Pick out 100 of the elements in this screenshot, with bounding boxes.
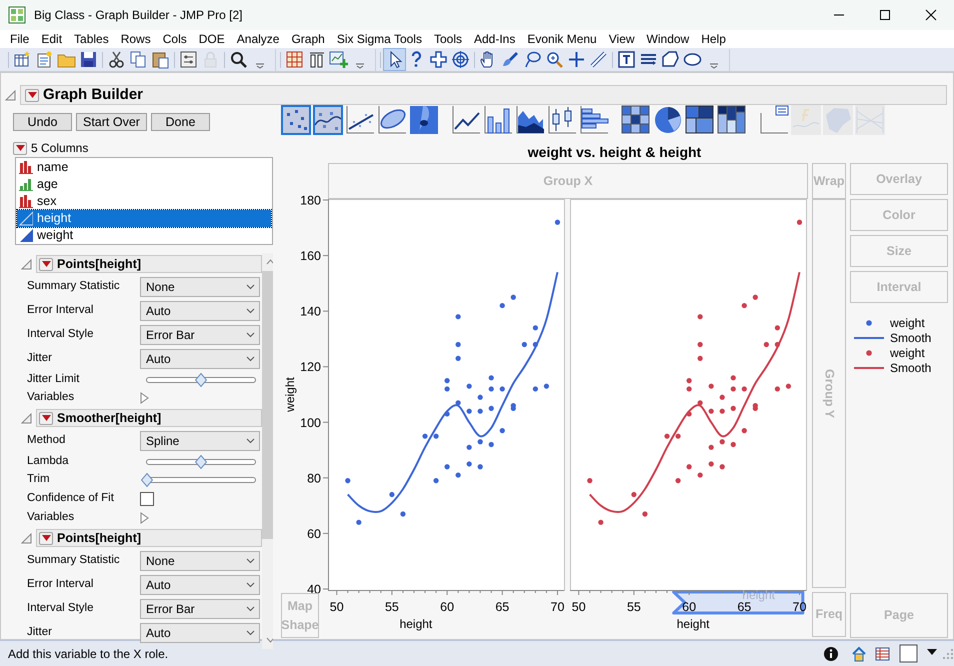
expand-triangle-icon[interactable]: [140, 392, 149, 404]
save-icon[interactable]: [78, 49, 99, 70]
slider-thumb[interactable]: [141, 473, 153, 487]
legend-label: Smooth: [890, 360, 932, 376]
target-icon[interactable]: [450, 49, 471, 70]
chevron-down-icon[interactable]: [246, 558, 255, 564]
scroll-up-icon[interactable]: [266, 258, 273, 266]
menu-item[interactable]: DOE: [192, 30, 231, 48]
dropdown[interactable]: None: [140, 551, 260, 571]
ellipse-icon[interactable]: [377, 105, 407, 135]
menu-item[interactable]: Tables: [68, 30, 115, 48]
menu-item[interactable]: Tools: [428, 30, 468, 48]
menu-item[interactable]: Edit: [35, 30, 68, 48]
menu-item[interactable]: Cols: [156, 30, 193, 48]
line-of-fit-icon[interactable]: [345, 105, 375, 135]
chevron-down-icon[interactable]: [246, 582, 255, 588]
histogram-icon[interactable]: [579, 105, 609, 135]
menu-item[interactable]: Graph: [285, 30, 331, 48]
section-title: Smoother[height]: [57, 410, 162, 427]
plus-icon[interactable]: [566, 49, 587, 70]
options-menu-button[interactable]: [25, 88, 39, 102]
dropdown[interactable]: Auto: [140, 623, 260, 643]
scroll-down-icon[interactable]: [266, 636, 273, 644]
menu-item[interactable]: Window: [640, 30, 696, 48]
treemap-icon[interactable]: [685, 105, 715, 135]
menu-item[interactable]: Rows: [114, 30, 157, 48]
dropdown[interactable]: Spline: [140, 431, 260, 451]
info-icon[interactable]: [823, 646, 839, 662]
home-icon[interactable]: [851, 646, 867, 662]
square-icon[interactable]: [899, 644, 918, 663]
action-button[interactable]: Start Over: [76, 113, 147, 131]
column-item[interactable]: weight: [17, 227, 271, 244]
line-chart-icon[interactable]: [451, 105, 481, 135]
chevron-down-icon[interactable]: [246, 438, 255, 444]
chevron-down-icon[interactable]: [246, 308, 255, 314]
tick-label: 60: [440, 600, 454, 614]
options-menu-button[interactable]: [39, 258, 53, 270]
menu-item[interactable]: Analyze: [230, 30, 286, 48]
contour-icon[interactable]: [409, 105, 439, 135]
checkbox[interactable]: [140, 492, 154, 506]
slider-thumb[interactable]: [195, 373, 207, 387]
triangle-icon[interactable]: [16, 145, 24, 151]
close-icon[interactable]: [923, 7, 939, 23]
collapse-icon[interactable]: [21, 532, 32, 544]
crosshair-icon[interactable]: [428, 49, 449, 70]
text-box-icon[interactable]: [616, 49, 637, 70]
caption-box-icon[interactable]: [759, 105, 789, 135]
collapse-icon[interactable]: [21, 258, 32, 270]
menu-item[interactable]: Evonik Menu: [521, 30, 603, 48]
collapse-icon[interactable]: [5, 90, 16, 100]
chevron-down-icon[interactable]: [246, 284, 255, 290]
menu-item[interactable]: Six Sigma Tools: [330, 30, 428, 48]
menu-item[interactable]: File: [4, 30, 36, 48]
maximize-icon[interactable]: [877, 7, 893, 23]
dropdown[interactable]: Error Bar: [140, 325, 260, 345]
points-icon[interactable]: [281, 105, 311, 135]
bar-chart-icon[interactable]: [483, 105, 513, 135]
action-button[interactable]: Undo: [13, 113, 72, 131]
menu-item[interactable]: Add-Ins: [468, 30, 522, 48]
dropdown[interactable]: Auto: [140, 349, 260, 369]
dropdown[interactable]: Auto: [140, 575, 260, 595]
options-menu-button[interactable]: [39, 532, 53, 544]
panel-icon[interactable]: [178, 49, 199, 70]
column-item[interactable]: sex: [17, 193, 271, 210]
ruler-icon[interactable]: [588, 49, 609, 70]
column-item[interactable]: age: [17, 176, 271, 193]
dropdown[interactable]: None: [140, 277, 260, 297]
action-button[interactable]: Done: [150, 113, 210, 131]
search-icon[interactable]: [228, 49, 249, 70]
column-item[interactable]: height: [17, 210, 271, 227]
chevron-down-icon[interactable]: [246, 630, 255, 636]
box-plot-icon[interactable]: [547, 105, 577, 135]
chevron-down-icon[interactable]: [246, 356, 255, 362]
resize-grip-icon[interactable]: [942, 648, 954, 660]
collapse-icon[interactable]: [21, 412, 32, 424]
triangle-icon[interactable]: [42, 535, 50, 541]
options-menu-button[interactable]: [13, 142, 27, 154]
menu-item[interactable]: View: [602, 30, 641, 48]
dropdown[interactable]: Error Bar: [140, 599, 260, 619]
triangle-icon[interactable]: [28, 92, 36, 98]
add-chart-icon[interactable]: [328, 49, 349, 70]
dropdown[interactable]: Auto: [140, 301, 260, 321]
mosaic-icon[interactable]: [717, 105, 747, 135]
column-item[interactable]: name: [17, 159, 271, 176]
chevron-down-icon[interactable]: [246, 332, 255, 338]
slider-thumb[interactable]: [195, 455, 207, 469]
data-grid-icon[interactable]: [284, 49, 305, 70]
triangle-icon[interactable]: [42, 415, 50, 421]
heatmap-icon[interactable]: [621, 105, 651, 135]
chevron-down-icon[interactable]: [246, 606, 255, 612]
option-label: Lambda: [27, 454, 70, 470]
options-menu-button[interactable]: [39, 412, 53, 424]
table-icon[interactable]: [875, 646, 891, 662]
area-chart-icon[interactable]: [515, 105, 545, 135]
pie-chart-icon[interactable]: [653, 105, 683, 135]
triangle-icon[interactable]: [42, 261, 50, 267]
expand-triangle-icon[interactable]: [140, 512, 149, 524]
pointer-icon[interactable]: [384, 49, 405, 70]
menu-item[interactable]: Help: [695, 30, 732, 48]
smoother-icon[interactable]: [313, 105, 343, 135]
